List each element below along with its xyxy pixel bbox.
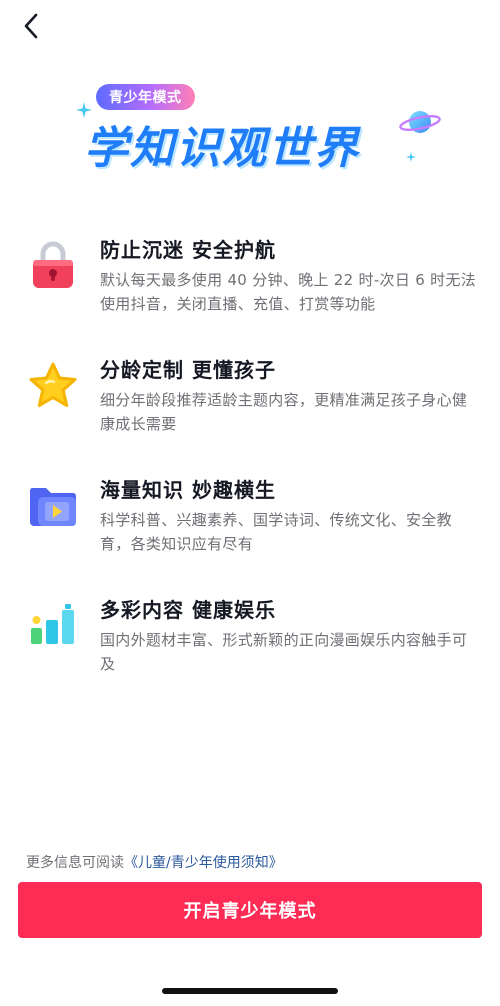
lock-icon	[28, 240, 78, 290]
feature-description: 默认每天最多使用 40 分钟、晚上 22 时-次日 6 时无法使用抖音，关闭直播…	[100, 271, 477, 313]
guidelines-link[interactable]: 《儿童/青少年使用须知》	[124, 855, 283, 871]
screen: 青少年模式 学知识观世界 防止沉迷 安全护航 默认每天最多使用 40 分钟、晚上…	[0, 0, 500, 1006]
feature-title: 分龄定制 更懂孩子	[100, 358, 276, 382]
hero-title: 学知识观世界	[84, 123, 360, 174]
feature-title: 防止沉迷 安全护航	[100, 238, 276, 262]
planet-icon	[399, 111, 441, 133]
video-folder-icon	[28, 480, 78, 530]
sparkle-small-icon	[406, 152, 416, 162]
enable-teen-mode-button[interactable]: 开启青少年模式	[18, 882, 482, 938]
feature-description: 国内外题材丰富、形式新颖的正向漫画娱乐内容触手可及	[100, 631, 468, 673]
home-indicator	[162, 988, 338, 994]
info-prefix: 更多信息可阅读	[26, 855, 124, 871]
chevron-left-icon	[24, 13, 38, 39]
feature-description: 科学科普、兴趣素养、国学诗词、传统文化、安全教育，各类知识应有尽有	[100, 511, 452, 553]
star-icon	[28, 360, 78, 410]
feature-title: 海量知识 妙趣横生	[100, 478, 276, 502]
bar-chart-icon	[28, 600, 78, 650]
feature-description: 细分年龄段推荐适龄主题内容，更精准满足孩子身心健康成长需要	[100, 391, 468, 433]
mode-badge: 青少年模式	[96, 84, 195, 110]
hero-banner: 青少年模式 学知识观世界	[70, 82, 441, 182]
back-button[interactable]	[16, 10, 46, 42]
feature-title: 多彩内容 健康娱乐	[100, 598, 276, 622]
info-line: 更多信息可阅读《儿童/青少年使用须知》	[26, 852, 283, 872]
